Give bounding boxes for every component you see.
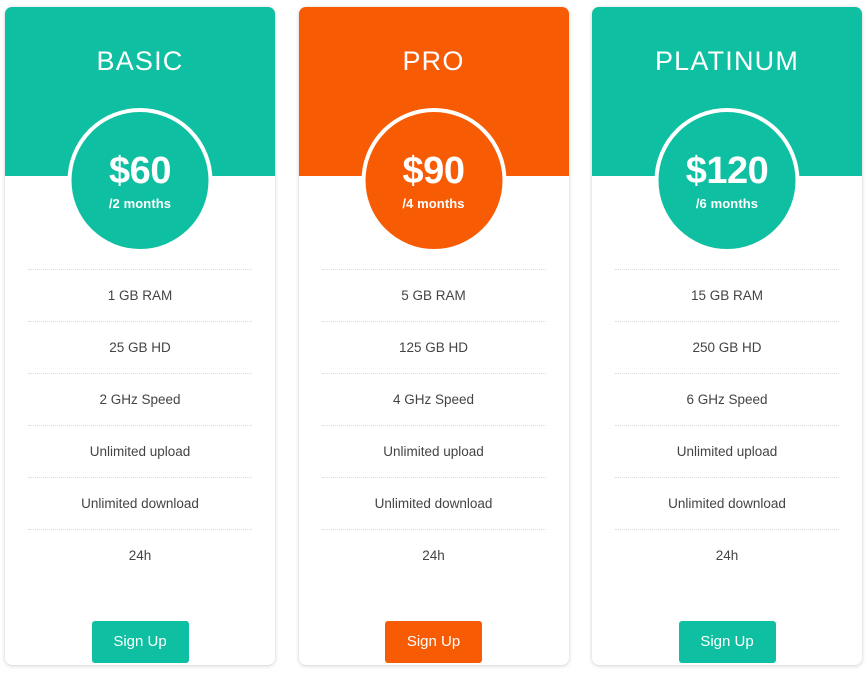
feature-row: 125 GB HD bbox=[321, 321, 546, 373]
feature-row: 25 GB HD bbox=[28, 321, 252, 373]
pricing-card-platinum[interactable]: PLATINUM $120 /6 months 15 GB RAM 250 GB… bbox=[592, 7, 862, 665]
feature-row: Unlimited upload bbox=[615, 425, 839, 477]
sign-up-button-platinum[interactable]: Sign Up bbox=[678, 621, 776, 663]
sign-up-button-pro[interactable]: Sign Up bbox=[385, 621, 482, 663]
feature-row: Unlimited download bbox=[28, 477, 252, 529]
pricing-table: BASIC $60 /2 months 1 GB RAM 25 GB HD 2 … bbox=[0, 0, 867, 677]
feature-row: 1 GB RAM bbox=[28, 269, 252, 321]
feature-row: 24h bbox=[321, 529, 546, 581]
feature-row: Unlimited upload bbox=[321, 425, 546, 477]
feature-row: 6 GHz Speed bbox=[615, 373, 839, 425]
feature-row: Unlimited download bbox=[321, 477, 546, 529]
feature-row: 4 GHz Speed bbox=[321, 373, 546, 425]
price-period-basic: /2 months bbox=[108, 195, 172, 211]
plan-header-platinum: PLATINUM $120 /6 months bbox=[592, 7, 862, 253]
price-period-pro: /4 months bbox=[402, 195, 465, 211]
price-circle-platinum: $120 /6 months bbox=[654, 108, 800, 253]
feature-row: 15 GB RAM bbox=[615, 269, 839, 321]
pricing-card-pro[interactable]: PRO $90 /4 months 5 GB RAM 125 GB HD 4 G… bbox=[298, 7, 569, 665]
pricing-card-basic[interactable]: BASIC $60 /2 months 1 GB RAM 25 GB HD 2 … bbox=[5, 7, 275, 665]
feature-row: 5 GB RAM bbox=[321, 269, 546, 321]
signup-wrap-platinum: Sign Up bbox=[615, 581, 839, 663]
price-circle-pro: $90 /4 months bbox=[361, 108, 506, 253]
feature-row: Unlimited download bbox=[615, 477, 839, 529]
signup-wrap-pro: Sign Up bbox=[322, 581, 546, 663]
price-amount-platinum: $120 bbox=[685, 149, 769, 192]
feature-row: 24h bbox=[615, 529, 839, 581]
feature-row: 24h bbox=[28, 529, 252, 581]
feature-row: 250 GB HD bbox=[615, 321, 839, 373]
plan-header-basic: BASIC $60 /2 months bbox=[5, 7, 275, 253]
signup-wrap-basic: Sign Up bbox=[28, 581, 252, 663]
plan-header-pro: PRO $90 /4 months bbox=[298, 7, 569, 253]
price-circle-basic: $60 /2 months bbox=[67, 108, 213, 253]
price-period-platinum: /6 months bbox=[695, 195, 759, 211]
price-amount-pro: $90 bbox=[402, 149, 465, 192]
sign-up-button-basic[interactable]: Sign Up bbox=[91, 621, 189, 663]
price-amount-basic: $60 bbox=[109, 149, 171, 192]
feature-row: Unlimited upload bbox=[28, 425, 252, 477]
feature-row: 2 GHz Speed bbox=[28, 373, 252, 425]
